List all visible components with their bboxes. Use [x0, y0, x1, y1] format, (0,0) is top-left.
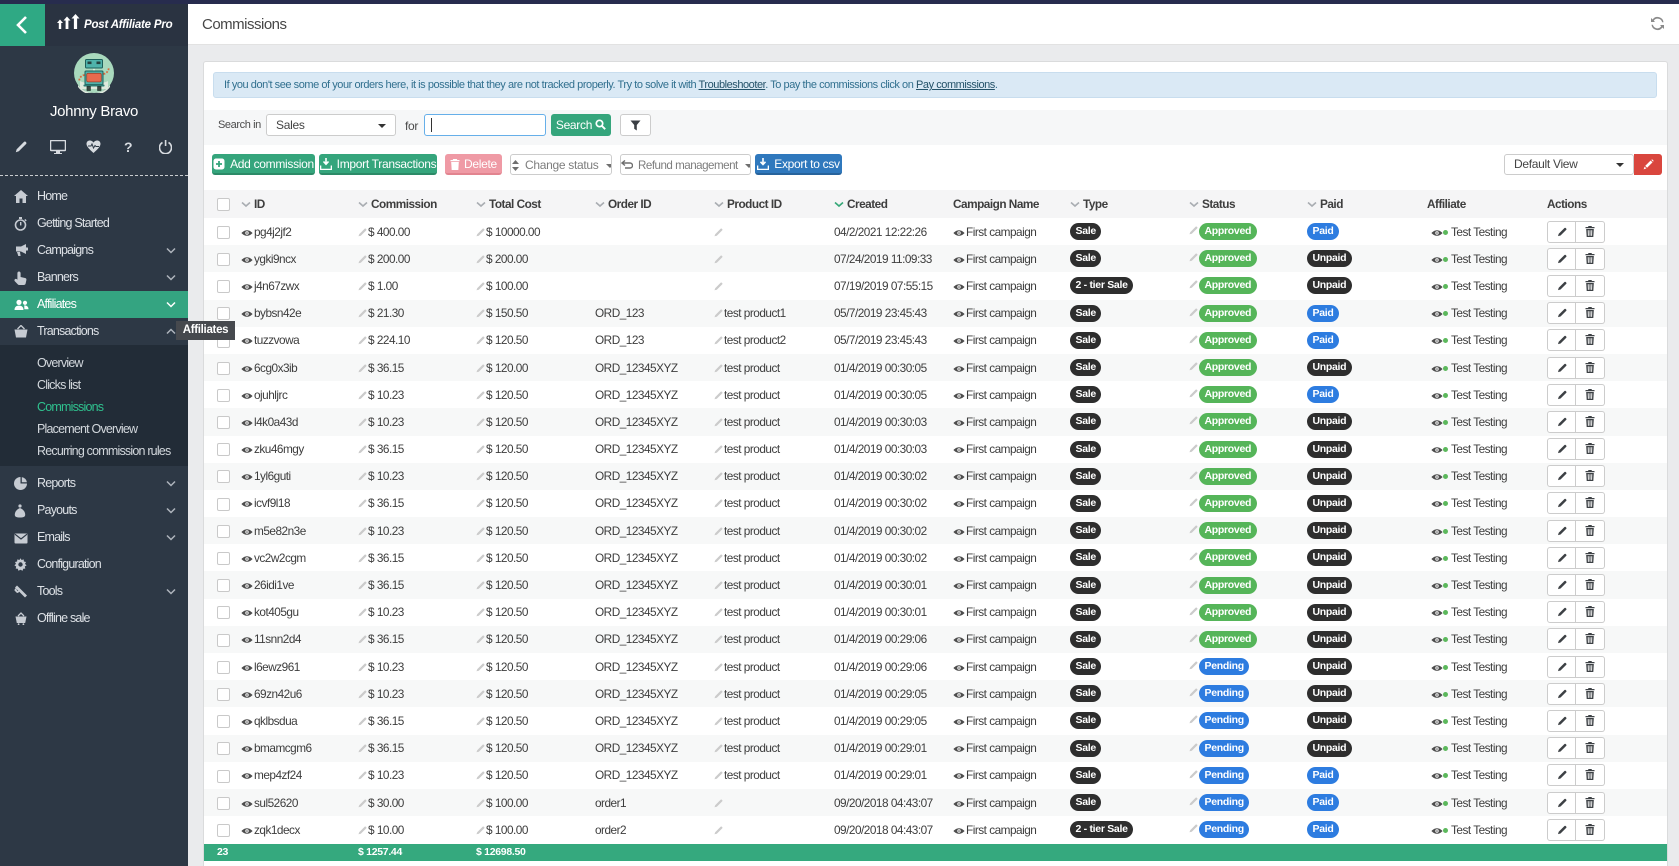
svg-text:?: ?: [124, 140, 133, 154]
